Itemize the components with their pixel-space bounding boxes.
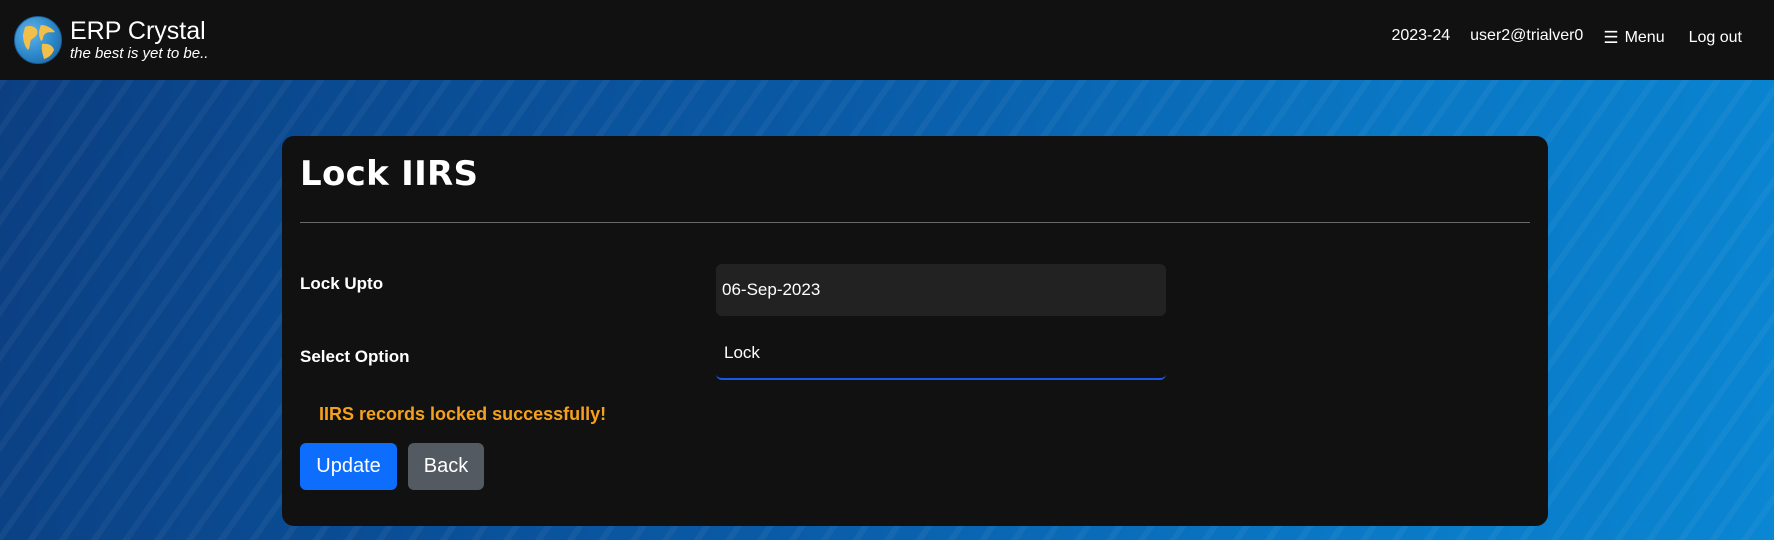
select-option-dropdown[interactable]: Lock [716, 326, 1166, 380]
brand-title: ERP Crystal [70, 17, 206, 45]
user-account[interactable]: user2@trialver0 [1470, 27, 1583, 45]
lock-iirs-card: Lock IIRS Lock Upto 06-Sep-2023 Select O… [282, 136, 1548, 526]
menu-button[interactable]: ☰ Menu [1603, 28, 1664, 48]
top-navbar: ERP Crystal the best is yet to be.. 2023… [0, 0, 1774, 80]
success-message: IIRS records locked successfully! [319, 404, 607, 424]
page-title: Lock IIRS [300, 154, 479, 194]
select-option-label: Select Option [300, 347, 410, 366]
hamburger-icon: ☰ [1603, 28, 1619, 47]
brand[interactable]: ERP Crystal the best is yet to be.. [14, 16, 208, 64]
menu-label: Menu [1624, 29, 1665, 46]
nav-links: 2023-24 user2@trialver0 ☰ Menu Log out [1371, 24, 1742, 48]
update-button[interactable]: Update [300, 443, 397, 490]
brand-tagline: the best is yet to be.. [70, 45, 209, 62]
globe-logo-icon [14, 16, 62, 64]
back-button[interactable]: Back [408, 443, 484, 490]
lock-upto-label: Lock Upto [300, 274, 384, 293]
logout-link[interactable]: Log out [1689, 29, 1742, 47]
lock-upto-date-field[interactable]: 06-Sep-2023 [716, 264, 1166, 316]
financial-year[interactable]: 2023-24 [1391, 27, 1450, 45]
divider [300, 222, 1530, 223]
